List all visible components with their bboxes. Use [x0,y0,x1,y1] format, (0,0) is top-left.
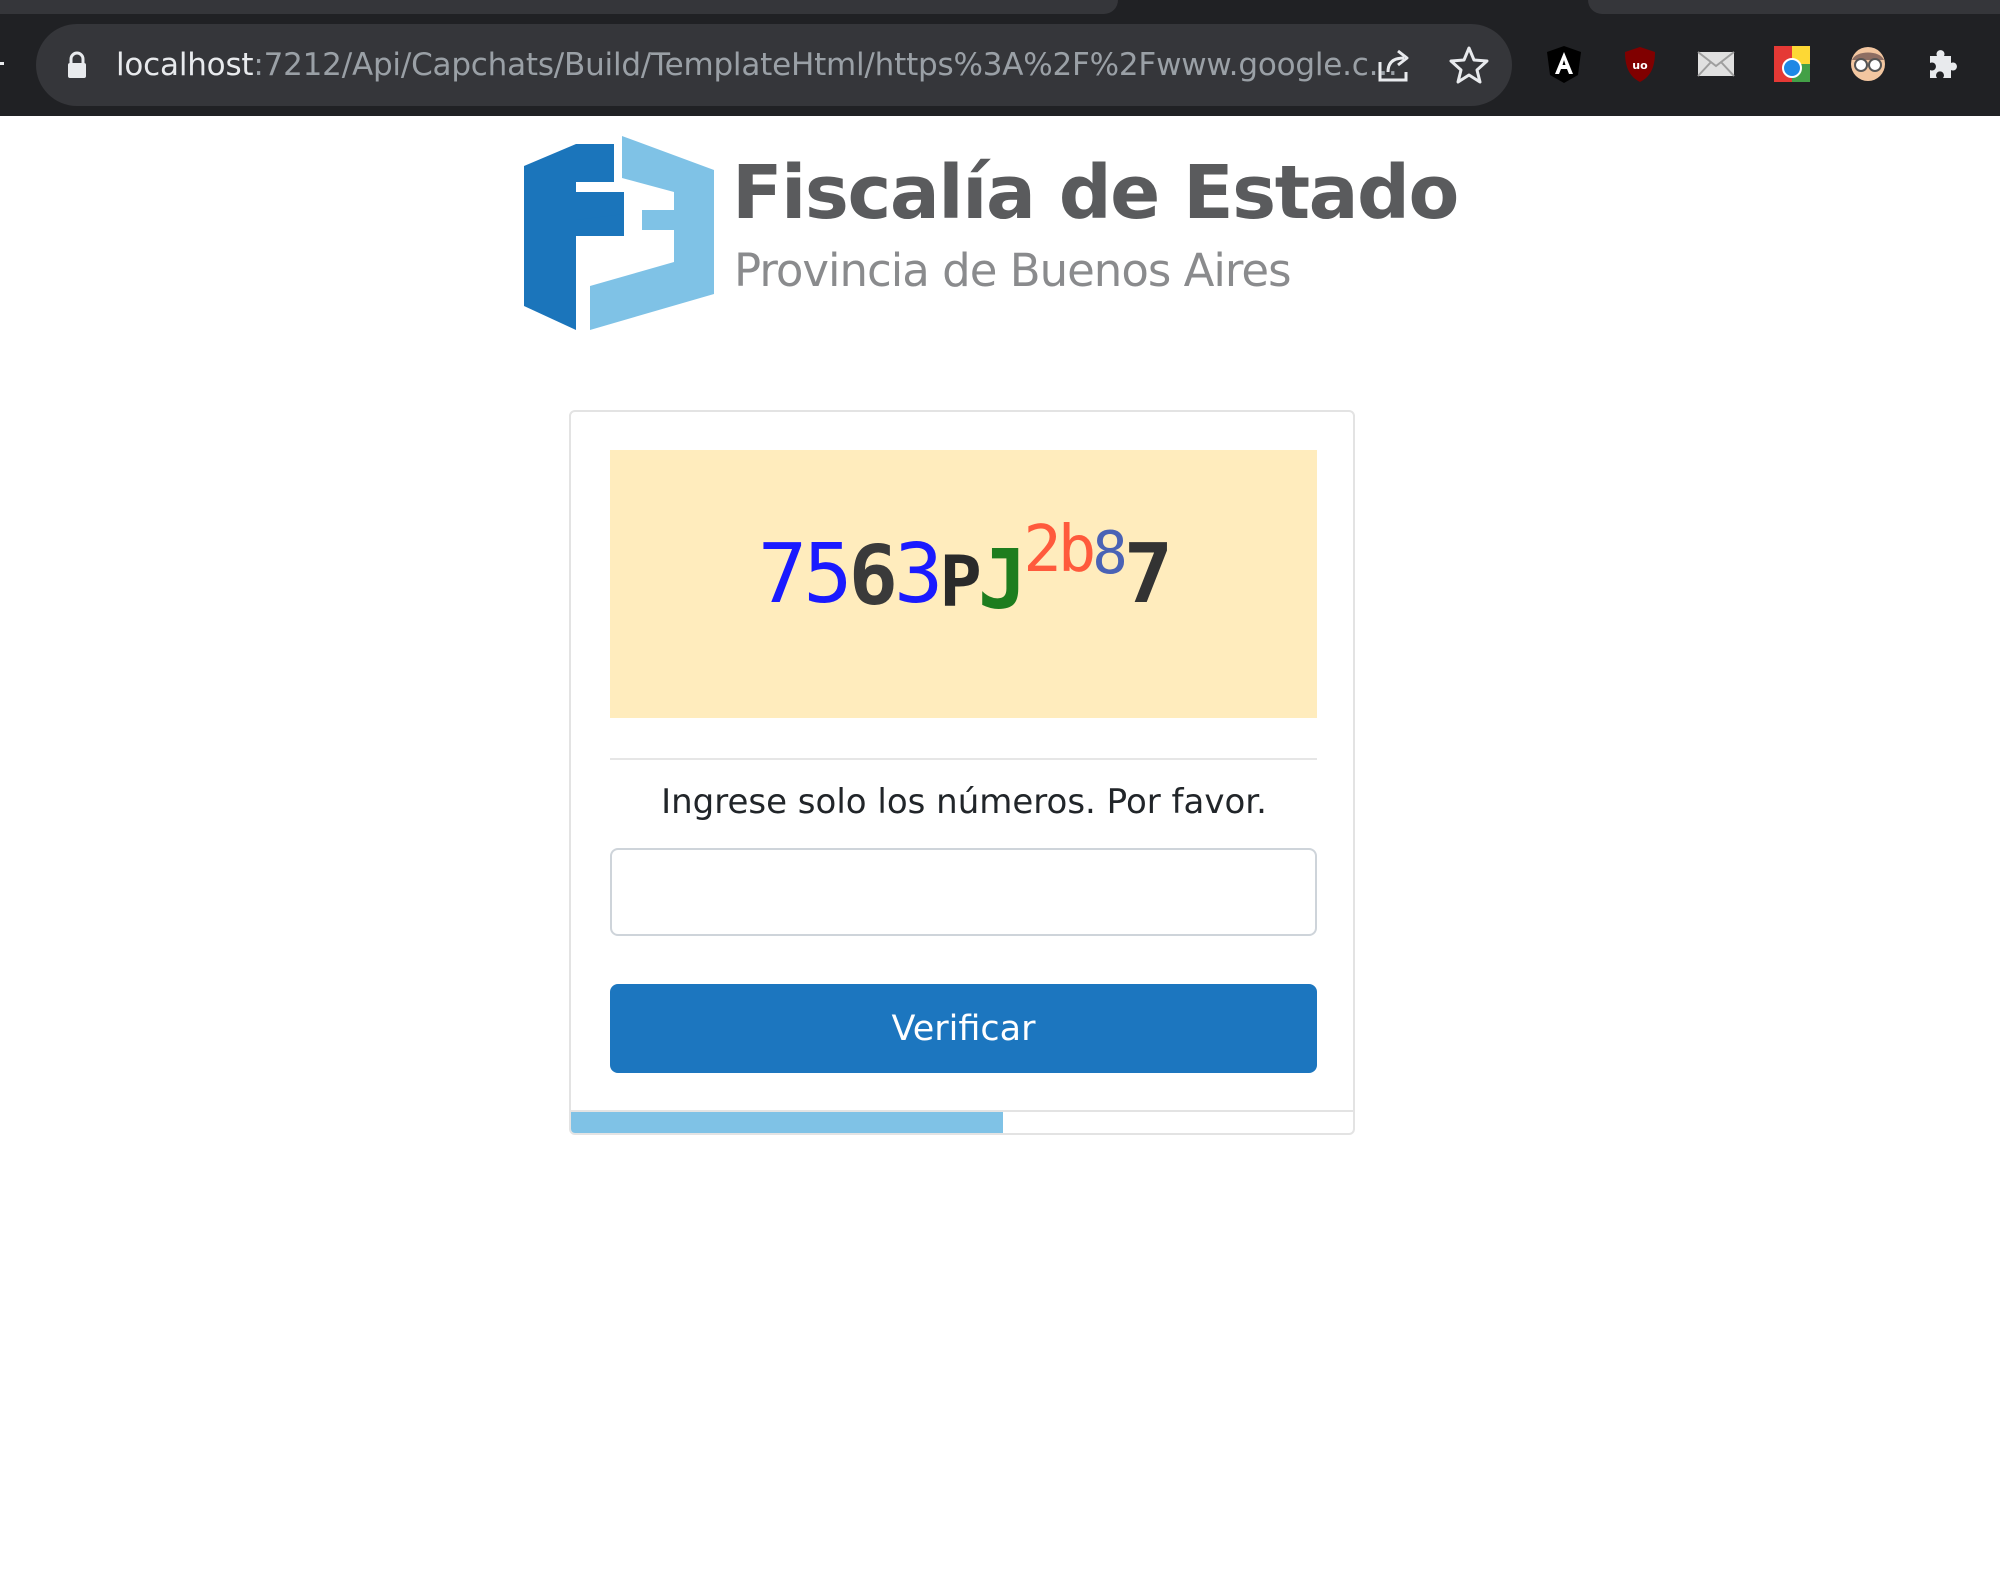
star-icon[interactable] [1448,44,1490,86]
tab-strip [0,0,1118,14]
fiscalia-logo [524,136,714,330]
instruction-label: Ingrese solo los números. Por favor. [661,782,1267,822]
captcha-code: 7563PJ2b87 [610,450,1317,718]
captcha-char: J [977,532,1027,628]
captcha-char: P [939,541,982,623]
svg-text:uo: uo [1632,59,1648,72]
lock-icon[interactable] [66,51,88,79]
divider [610,758,1317,760]
mail-extension-icon[interactable] [1696,44,1736,84]
captcha-char: 5 [803,526,852,622]
back-button-edge[interactable] [0,62,4,65]
ublock-extension-icon[interactable]: uo [1620,44,1660,84]
browser-toolbar: localhost:7212/Api/Capchats/Build/Templa… [0,0,2000,116]
share-icon[interactable] [1374,46,1414,86]
captcha-card: 7563PJ2b87 Ingrese solo los números. Por… [569,410,1355,1135]
url-path: :7212/Api/Capchats/Build/TemplateHtml/ht… [253,47,1398,83]
captcha-char: b [1057,513,1096,587]
extensions-puzzle-icon[interactable] [1922,44,1962,84]
url-text[interactable]: localhost:7212/Api/Capchats/Build/Templa… [116,24,1398,106]
captcha-char: 7 [1123,526,1173,622]
tab-strip-right [1588,0,2000,14]
reader-extension-icon[interactable] [1848,44,1888,84]
color-picker-extension-icon[interactable] [1772,44,1812,84]
angular-extension-icon[interactable] [1544,44,1584,84]
captcha-char: 2 [1023,513,1061,587]
captcha-char: 7 [757,526,807,622]
address-bar[interactable]: localhost:7212/Api/Capchats/Build/Templa… [36,24,1512,106]
brand-title: Fiscalía de Estado [732,150,1459,236]
url-host: localhost [116,47,254,83]
captcha-answer-input[interactable] [610,848,1317,936]
verify-button[interactable]: Verificar [610,984,1317,1073]
captcha-image: 7563PJ2b87 [610,450,1317,718]
progress-bar-fill [571,1112,1004,1133]
brand-subtitle: Provincia de Buenos Aires [734,244,1292,297]
captcha-char: 8 [1092,517,1127,587]
captcha-char: 6 [848,528,898,624]
captcha-char: 3 [893,526,943,622]
